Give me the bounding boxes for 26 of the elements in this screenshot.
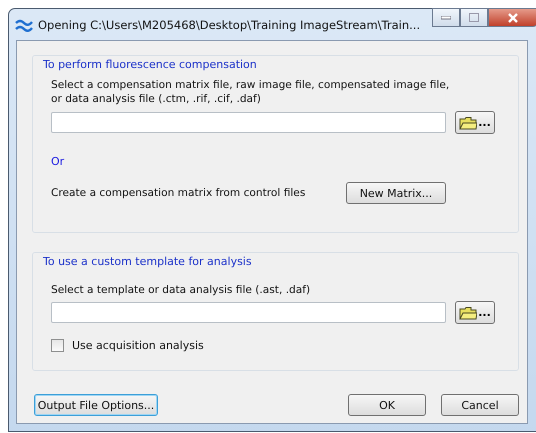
dialog-button[interactable]: OK	[348, 394, 426, 416]
folder-icon	[459, 306, 478, 320]
dialog-button[interactable]: Cancel	[441, 394, 519, 416]
minimize-icon	[441, 16, 451, 20]
new-matrix-button[interactable]: New Matrix...	[346, 182, 446, 204]
group-title: To use a custom template for analysis	[43, 255, 253, 268]
browse-button[interactable]: ...	[455, 301, 495, 324]
browse-button[interactable]: ...	[455, 111, 495, 134]
dialog-button[interactable]: Output File Options...	[34, 394, 158, 416]
checkbox-label: Use acquisition analysis	[72, 339, 204, 352]
maximize-icon	[469, 13, 479, 22]
window-title: Opening C:\Users\M205468\Desktop\Training ImageStream\Train...	[38, 18, 420, 32]
checkbox[interactable]	[51, 339, 64, 352]
or-label: Or	[51, 155, 64, 168]
folder-icon	[459, 116, 478, 130]
close-icon	[507, 12, 519, 22]
minimize-button[interactable]	[432, 8, 460, 27]
create-label: Create a compensation matrix from control files	[51, 187, 306, 199]
file-path-field[interactable]	[51, 112, 446, 133]
instruction-text: Select a compensation matrix file, raw image file, compensated image file, or data analysis file (.ctm, .rif, .cif, .daf)	[51, 78, 450, 106]
maximize-button[interactable]	[460, 8, 488, 27]
instruction-text: Select a template or data analysis file (.ast, .daf)	[51, 284, 312, 296]
wave-icon	[15, 18, 33, 32]
file-path-field[interactable]	[51, 302, 446, 323]
group-title: To perform fluorescence compensation	[43, 58, 258, 71]
close-button[interactable]	[488, 8, 536, 27]
